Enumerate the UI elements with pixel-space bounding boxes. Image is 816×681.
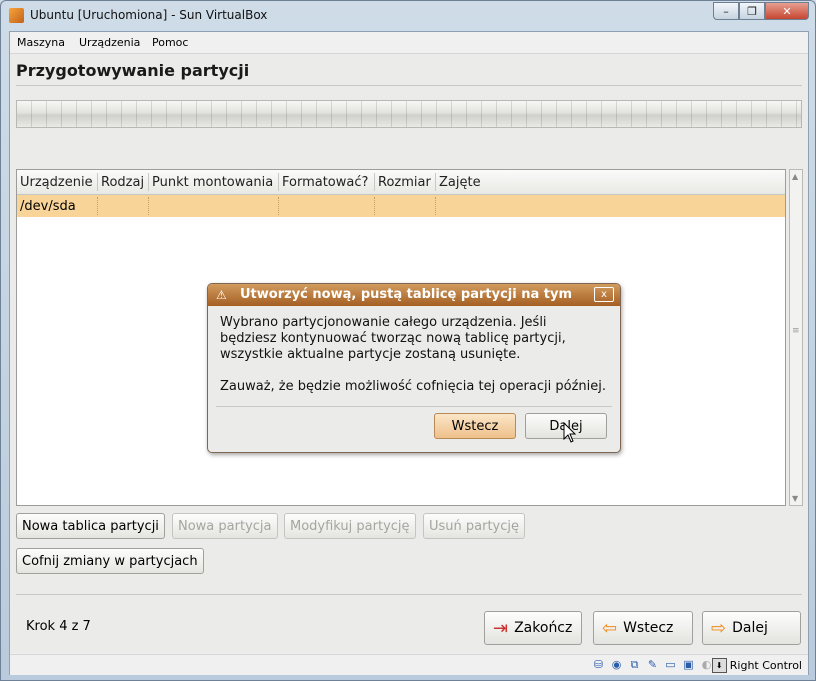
arrow-right-icon: ⇨ [711, 617, 727, 639]
modify-partition-button[interactable]: Modyfikuj partycję [284, 513, 416, 539]
arrow-left-icon: ⇦ [602, 617, 618, 639]
host-key-indicator: ⬇ Right Control [711, 658, 802, 673]
dialog-close-button[interactable]: x [594, 287, 614, 302]
next-button[interactable]: ⇨ Dalej [702, 611, 801, 645]
hard-disk-icon[interactable]: ⛁ [591, 657, 606, 672]
column-header-device[interactable]: Urządzenie [20, 175, 93, 190]
column-header-format[interactable]: Formatować? [282, 175, 368, 190]
column-header-used[interactable]: Zajęte [439, 175, 481, 190]
next-label: Dalej [732, 620, 768, 636]
restore-button[interactable]: ❐ [739, 2, 765, 20]
new-partition-button[interactable]: Nowa partycja [172, 513, 278, 539]
page-title: Przygotowywanie partycji [16, 61, 250, 80]
cell-device: /dev/sda [20, 199, 76, 214]
dialog-back-button[interactable]: Wstecz [434, 413, 516, 439]
divider [16, 594, 802, 595]
dialog-text-line: Wybrano partycjonowanie całego urządzeni… [220, 315, 547, 330]
dialog-message: Wybrano partycjonowanie całego urządzeni… [220, 315, 612, 395]
usb-icon[interactable]: ✎ [645, 657, 660, 672]
menu-urzadzenia[interactable]: Urządzenia [79, 36, 140, 49]
step-indicator: Krok 4 z 7 [26, 619, 91, 634]
mouse-cursor-icon [563, 422, 577, 443]
new-partition-table-button[interactable]: Nowa tablica partycji [16, 513, 165, 539]
confirm-dialog: ⚠ Utworzyć nową, pustą tablicę partycji … [207, 283, 621, 453]
minimize-button[interactable]: – [713, 2, 739, 20]
table-header: Urządzenie Rodzaj Punkt montowania Forma… [17, 170, 785, 195]
host-key-arrow-icon: ⬇ [711, 658, 727, 673]
quit-label: Zakończ [514, 620, 573, 636]
menu-maszyna[interactable]: Maszyna [17, 36, 65, 49]
network-icon[interactable]: ⧉ [627, 657, 642, 672]
menu-pomoc[interactable]: Pomoc [152, 36, 188, 49]
menu-bar: Maszyna Urządzenia Pomoc [10, 32, 808, 54]
title-bar[interactable]: Ubuntu [Uruchomiona] - Sun VirtualBox – … [1, 1, 815, 31]
quit-button[interactable]: ⇥ Zakończ [484, 611, 582, 645]
scroll-up-icon[interactable]: ▲ [792, 172, 798, 181]
device-icons: ⛁ ◉ ⧉ ✎ ▭ ▣ ◐ [591, 657, 714, 672]
virtualbox-window: Ubuntu [Uruchomiona] - Sun VirtualBox – … [0, 0, 816, 681]
dialog-text-line: wszystkie aktualne partycje zostaną usun… [220, 347, 521, 362]
delete-partition-button[interactable]: Usuń partycję [423, 513, 526, 539]
table-row[interactable]: /dev/sda [17, 195, 785, 217]
back-button[interactable]: ⇦ Wstecz [593, 611, 693, 645]
column-header-size[interactable]: Rozmiar [378, 175, 431, 190]
dialog-text-line: będziesz kontynuować tworząc nową tablic… [220, 331, 566, 346]
revert-changes-button[interactable]: Cofnij zmiany w partycjach [16, 548, 204, 574]
virtualization-icon[interactable]: ▣ [681, 657, 696, 672]
window-title: Ubuntu [Uruchomiona] - Sun VirtualBox [30, 8, 268, 22]
status-bar: ⛁ ◉ ⧉ ✎ ▭ ▣ ◐ ⬇ Right Control [10, 654, 808, 675]
close-button[interactable]: ✕ [765, 2, 809, 20]
virtualbox-app-icon [9, 8, 24, 23]
dialog-title-bar[interactable]: ⚠ Utworzyć nową, pustą tablicę partycji … [208, 284, 620, 306]
dialog-title: Utworzyć nową, pustą tablicę partycji na… [240, 287, 573, 302]
scroll-down-icon[interactable]: ▼ [792, 494, 798, 503]
shared-folder-icon[interactable]: ▭ [663, 657, 678, 672]
column-header-type[interactable]: Rodzaj [101, 175, 144, 190]
dialog-text-line: Zauważ, że będzie możliwość cofnięcia te… [220, 379, 606, 394]
divider [16, 85, 802, 86]
partition-bar [16, 100, 802, 128]
table-scrollbar[interactable]: ▲ ≡ ▼ [789, 169, 803, 506]
host-key-label: Right Control [729, 659, 802, 672]
cd-icon[interactable]: ◉ [609, 657, 624, 672]
back-label: Wstecz [623, 620, 674, 636]
column-header-mount[interactable]: Punkt montowania [152, 175, 273, 190]
warning-icon: ⚠ [216, 288, 227, 302]
exit-door-icon: ⇥ [493, 617, 509, 639]
dialog-divider [216, 406, 612, 407]
scroll-grip-icon: ≡ [792, 326, 800, 336]
window-controls: – ❐ ✕ [713, 2, 809, 20]
